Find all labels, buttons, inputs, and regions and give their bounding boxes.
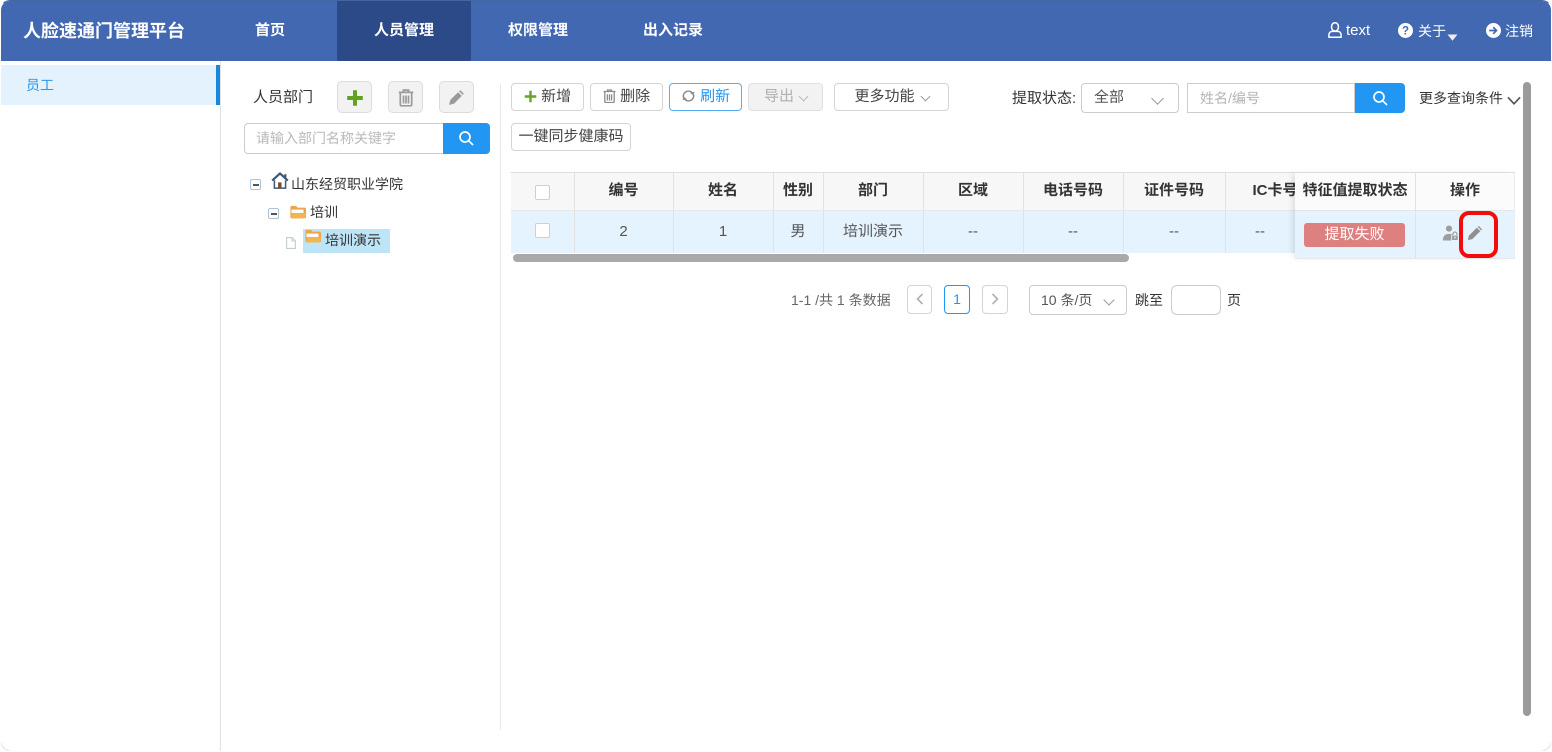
svg-text:?: ? xyxy=(1402,26,1409,38)
